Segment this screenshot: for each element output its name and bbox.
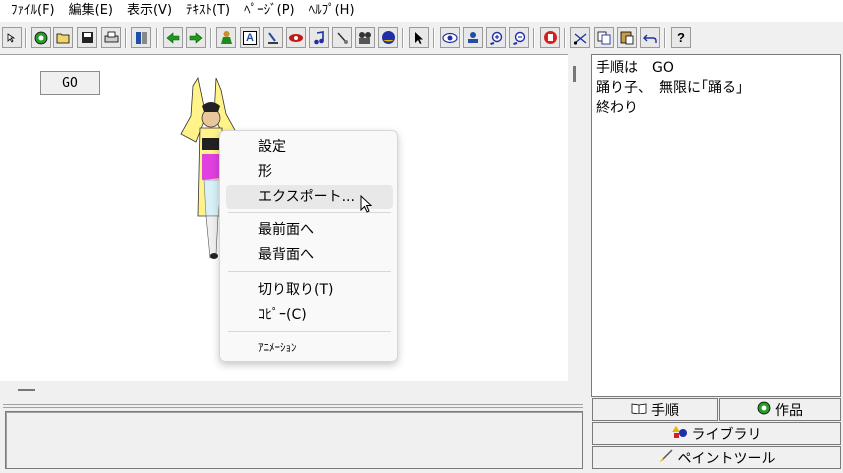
brush-icon — [658, 448, 674, 467]
menu-bar: ﾌｧｲﾙ(F) 編集(E) 表示(V) ﾃｷｽﾄ(T) ﾍﾟｰｼﾞ(P) ﾍﾙﾌ… — [0, 0, 843, 22]
movie-camera-icon[interactable] — [355, 27, 375, 48]
menu-item-send-to-back[interactable]: 最背面へ — [226, 243, 393, 267]
menu-item-bring-to-front[interactable]: 最前面へ — [226, 218, 393, 242]
character-icon[interactable] — [216, 27, 236, 48]
zoom-out-icon[interactable] — [509, 27, 529, 48]
menu-item-settings[interactable]: 設定 — [226, 135, 393, 159]
select-cursor-icon[interactable] — [409, 27, 429, 48]
horizontal-scroll-thumb[interactable] — [18, 389, 35, 391]
help-icon[interactable]: ? — [671, 27, 691, 48]
script-line: 手順は GO — [596, 60, 674, 76]
message-area[interactable] — [5, 411, 583, 469]
text-a-icon[interactable]: A — [240, 27, 260, 48]
paint-icon[interactable] — [263, 27, 283, 48]
script-line: 踊り子、 無限に｢踊る｣ — [596, 80, 743, 96]
mouse-cursor-icon — [360, 195, 373, 213]
forward-arrow-icon[interactable] — [186, 27, 206, 48]
print-icon[interactable] — [101, 27, 121, 48]
tab-works-label: 作品 — [775, 402, 803, 419]
stop-hand-icon[interactable] — [540, 27, 560, 48]
tab-paint-tool[interactable]: ペイントツール — [592, 446, 841, 469]
eye-mask-icon[interactable] — [286, 27, 306, 48]
menu-view[interactable]: 表示(V) — [120, 0, 179, 22]
menu-item-cut[interactable]: 切り取り(T) — [226, 278, 393, 302]
back-arrow-icon[interactable] — [163, 27, 183, 48]
brush-icon[interactable] — [332, 27, 352, 48]
script-line: 終わり — [596, 100, 638, 116]
tab-works[interactable]: 作品 — [719, 398, 841, 421]
globe-icon — [757, 401, 771, 419]
zoom-in-icon[interactable] — [486, 27, 506, 48]
stamp-icon[interactable] — [463, 27, 483, 48]
menu-text[interactable]: ﾃｷｽﾄ(T) — [179, 0, 237, 22]
layout-icon[interactable] — [131, 27, 151, 48]
script-editor[interactable]: 手順は GO 踊り子、 無限に｢踊る｣ 終わり — [591, 54, 841, 397]
menu-separator — [228, 271, 391, 272]
pointer-arrow-icon[interactable] — [2, 27, 22, 48]
tab-library[interactable]: ライブラリ — [592, 422, 841, 445]
vertical-scrollbar[interactable] — [568, 54, 587, 384]
context-menu: 設定 形 エクスポート... 最前面へ 最背面へ 切り取り(T) ｺﾋﾟｰ(C)… — [219, 130, 398, 362]
open-folder-icon[interactable] — [53, 27, 73, 48]
vertical-scroll-thumb[interactable] — [573, 66, 576, 82]
menu-item-animation[interactable]: ｱﾆﾒｰｼｮﾝ — [226, 336, 393, 360]
tab-procedure[interactable]: 手順 — [592, 398, 718, 421]
tab-paint-tool-label: ペイントツール — [677, 450, 776, 467]
save-disk-icon[interactable] — [77, 27, 97, 48]
menu-file[interactable]: ﾌｧｲﾙ(F) — [4, 0, 62, 22]
view-eye-icon[interactable] — [440, 27, 460, 48]
music-note-icon[interactable] — [309, 27, 329, 48]
go-button[interactable]: GO — [40, 71, 100, 95]
menu-edit[interactable]: 編集(E) — [62, 0, 120, 22]
bottom-panel — [0, 401, 587, 473]
cut-icon[interactable] — [570, 27, 590, 48]
menu-item-copy[interactable]: ｺﾋﾟｰ(C) — [226, 303, 393, 327]
book-icon — [631, 402, 647, 418]
menu-item-shape[interactable]: 形 — [226, 160, 393, 184]
menu-help[interactable]: ﾍﾙﾌﾟ(H) — [302, 0, 362, 22]
menu-page[interactable]: ﾍﾟｰｼﾞ(P) — [237, 0, 301, 22]
undo-icon[interactable] — [640, 27, 660, 48]
toolbar: A ? — [0, 26, 843, 50]
shapes-icon — [671, 425, 688, 443]
tab-procedure-label: 手順 — [651, 402, 679, 419]
copy-icon[interactable] — [594, 27, 614, 48]
sphere-icon[interactable] — [378, 27, 398, 48]
globe-icon[interactable] — [31, 27, 51, 48]
menu-separator — [228, 331, 391, 332]
tab-library-label: ライブラリ — [691, 426, 762, 443]
paste-icon[interactable] — [617, 27, 637, 48]
